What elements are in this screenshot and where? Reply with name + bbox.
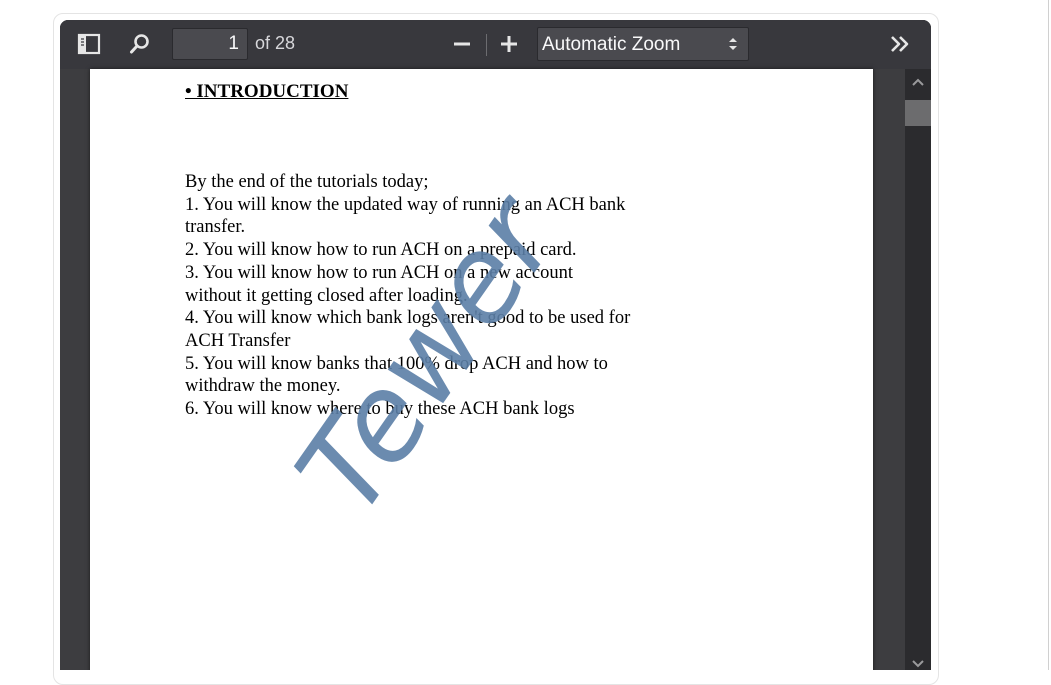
text-line: 6. You will know where to buy these ACH … (185, 399, 575, 420)
pdf-viewer: of 28 Automatic Zoom (60, 20, 931, 670)
zoom-select-value: Automatic Zoom (542, 34, 681, 55)
sidebar-toggle-icon (77, 33, 101, 55)
page-count-label: of 28 (255, 33, 296, 53)
toolbar-separator (486, 34, 487, 56)
text-line: withdraw the money. (185, 376, 341, 397)
text-line: By the end of the tutorials today; (185, 172, 429, 192)
sidebar-toggle-button[interactable] (73, 28, 105, 60)
minus-icon (454, 42, 470, 46)
toolbar: of 28 Automatic Zoom (60, 20, 931, 69)
intro-paragraph: By the end of the tutorials today; 1. Yo… (185, 171, 685, 421)
window-edge-divider (1048, 0, 1049, 670)
zoom-out-button[interactable] (446, 28, 478, 60)
zoom-in-button[interactable] (493, 28, 525, 60)
text-line: without it getting closed after loading. (185, 285, 468, 306)
text-line: ACH Transfer (185, 330, 291, 351)
find-button[interactable] (124, 28, 156, 60)
document-container[interactable]: • INTRODUCTION By the end of the tutoria… (60, 69, 905, 670)
text-line: 3. You will know how to run ACH on a new… (185, 262, 573, 283)
updown-arrows-icon (729, 38, 737, 50)
scroll-up-button[interactable] (905, 69, 931, 95)
text-line: transfer. (185, 217, 246, 238)
scrollbar-thumb[interactable] (905, 100, 931, 126)
text-line: 1. You will know the updated way of runn… (185, 194, 626, 215)
text-line: 4. You will know which bank logs aren't … (185, 308, 631, 329)
pdf-page: • INTRODUCTION By the end of the tutoria… (90, 69, 873, 670)
search-icon (130, 34, 149, 54)
tools-button[interactable] (884, 28, 916, 60)
scroll-down-button[interactable] (905, 651, 931, 670)
vertical-scrollbar[interactable] (905, 69, 931, 670)
page-text-layer: • INTRODUCTION By the end of the tutoria… (185, 80, 685, 421)
double-chevron-right-icon (891, 36, 909, 52)
text-line: 2. You will know how to run ACH on a pre… (185, 240, 577, 261)
chevron-up-icon (912, 78, 924, 86)
section-heading: • INTRODUCTION (185, 81, 349, 102)
chevron-down-icon (912, 660, 924, 668)
text-line: 5. You will know banks that 100% drop AC… (185, 353, 608, 374)
zoom-select[interactable]: Automatic Zoom (537, 27, 749, 61)
page-number-input[interactable] (172, 28, 248, 60)
plus-icon (501, 36, 517, 52)
